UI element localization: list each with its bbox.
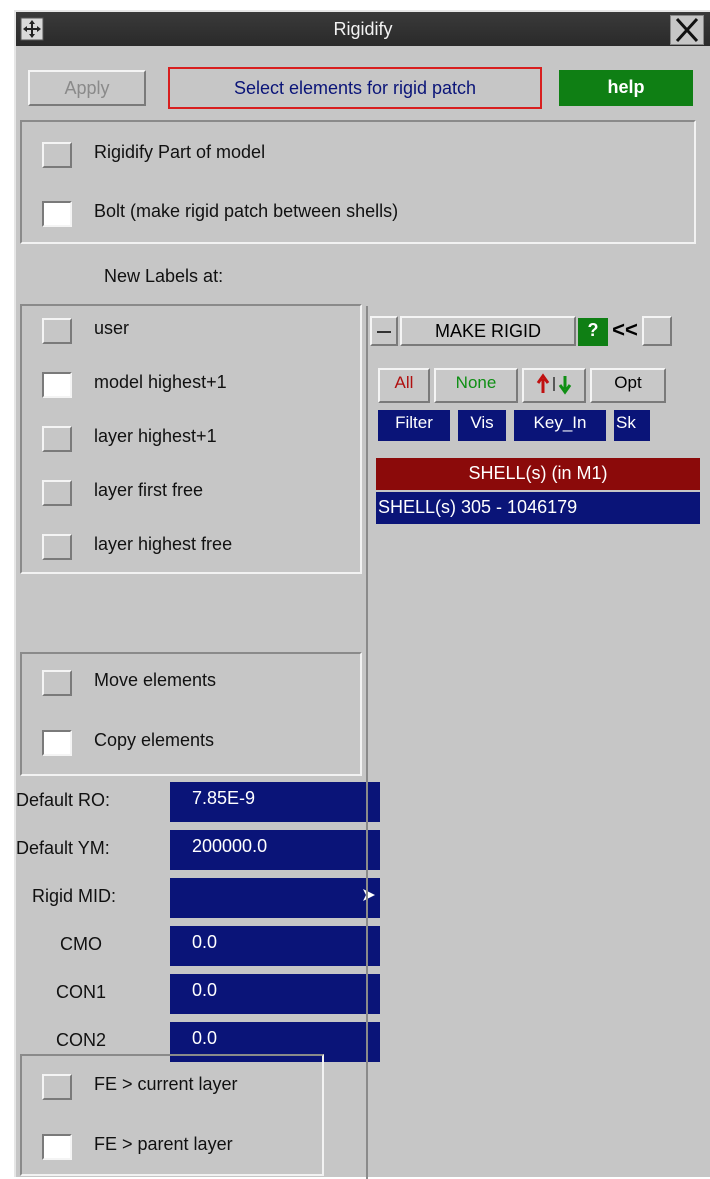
label-layer-highest-text: layer highest+1 [94, 426, 217, 446]
panel-pin-button[interactable] [642, 316, 672, 346]
fe-current-layer-radio[interactable] [42, 1074, 72, 1100]
rigidify-window: Rigidify Apply Select elements for rigid… [14, 10, 710, 1179]
rigid-mid-field[interactable] [170, 878, 380, 918]
copy-elements-radio[interactable] [42, 730, 72, 756]
apply-button[interactable]: Apply [28, 70, 146, 106]
key-in-button[interactable]: Key_In [514, 410, 606, 441]
layer-group: FE > current layer FE > parent layer [20, 1054, 324, 1176]
label-user-radio[interactable] [42, 318, 72, 344]
con1-field[interactable]: 0.0 [170, 974, 380, 1014]
fe-parent-layer-radio[interactable] [42, 1134, 72, 1160]
default-ym-field[interactable]: 200000.0 [170, 830, 380, 870]
copy-elements-label: Copy elements [94, 730, 215, 750]
vis-button[interactable]: Vis [458, 410, 506, 441]
bolt-checkbox[interactable] [42, 201, 72, 227]
close-button[interactable] [670, 15, 704, 45]
move-elements-label: Move elements [94, 670, 217, 690]
opt-button[interactable]: Opt [590, 368, 666, 403]
label-layer-first-free-text: layer first free [94, 480, 204, 500]
mode-group: Rigidify Part of model Bolt (make rigid … [20, 120, 696, 244]
default-ro-field[interactable]: 7.85E-9 [170, 782, 380, 822]
label-layer-highest-free-radio[interactable] [42, 534, 72, 560]
cmo-field[interactable]: 0.0 [170, 926, 380, 966]
rigid-mid-label: Rigid MID: [32, 886, 117, 906]
label-layer-highest-free-text: layer highest free [94, 534, 233, 554]
con1-label: CON1 [56, 982, 107, 1002]
default-ro-label: Default RO: [16, 790, 111, 810]
label-model-highest-radio[interactable] [42, 372, 72, 398]
label-user-text: user [94, 318, 130, 338]
fe-current-layer-label: FE > current layer [94, 1074, 238, 1094]
swap-selection-button[interactable] [522, 368, 586, 403]
new-labels-group: user model highest+1 layer highest+1 lay… [20, 304, 362, 574]
swap-arrows-icon [536, 373, 572, 395]
con2-label: CON2 [56, 1030, 107, 1050]
rigidify-part-checkbox[interactable] [42, 142, 72, 168]
list-header: SHELL(s) (in M1) [376, 458, 700, 490]
cmo-label: CMO [60, 934, 102, 954]
label-layer-highest-radio[interactable] [42, 426, 72, 452]
rigidify-part-label: Rigidify Part of model [94, 142, 266, 162]
close-icon [675, 17, 699, 43]
panel-help-button[interactable]: ? [578, 318, 608, 346]
all-button[interactable]: All [378, 368, 430, 403]
filter-button[interactable]: Filter [378, 410, 450, 441]
window-title: Rigidify [333, 19, 393, 39]
default-ym-label: Default YM: [16, 838, 110, 858]
sketch-button[interactable]: Sk [614, 410, 650, 441]
bolt-label: Bolt (make rigid patch between shells) [94, 201, 399, 221]
new-labels-heading: New Labels at: [104, 266, 224, 286]
collapse-button[interactable]: << [610, 316, 640, 346]
panel-minimize-button[interactable] [370, 316, 398, 346]
label-model-highest-text: model highest+1 [94, 372, 227, 392]
make-rigid-title: MAKE RIGID [400, 316, 576, 346]
fe-parent-layer-label: FE > parent layer [94, 1134, 233, 1154]
prompt-text: Select elements for rigid patch [168, 67, 542, 109]
label-layer-first-free-radio[interactable] [42, 480, 72, 506]
move-elements-radio[interactable] [42, 670, 72, 696]
selection-panel: MAKE RIGID ? << All None Opt Filter Vis … [366, 306, 710, 1179]
elements-group: Move elements Copy elements [20, 652, 362, 776]
none-button[interactable]: None [434, 368, 518, 403]
help-button[interactable]: help [559, 70, 693, 106]
title-bar[interactable]: Rigidify [16, 12, 710, 46]
list-item[interactable]: SHELL(s) 305 - 1046179 [376, 492, 700, 524]
